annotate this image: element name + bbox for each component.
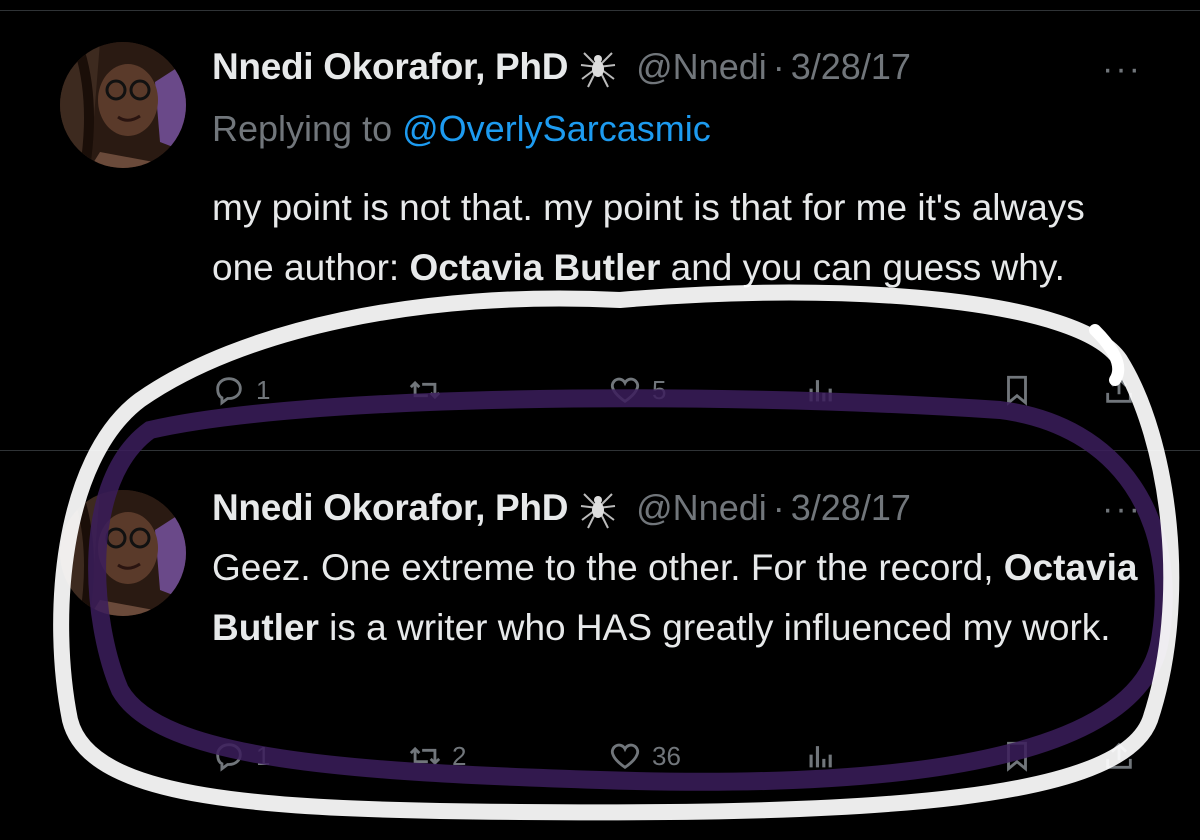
views-icon — [809, 746, 832, 768]
bookmark-icon — [1007, 375, 1027, 406]
tweet-text-bold: Octavia Butler — [409, 247, 661, 288]
spider-icon — [576, 45, 620, 89]
like-count: 5 — [652, 374, 667, 405]
spider-icon — [576, 486, 620, 530]
tweet-actions: 1 2 36 — [212, 736, 1142, 776]
reply-icon — [216, 377, 242, 406]
tweet-2[interactable]: Nnedi Okorafor, PhD @Nnedi · 3/28/17 ···… — [0, 450, 1200, 840]
like-button[interactable]: 5 — [608, 370, 666, 410]
heart-icon — [610, 743, 640, 770]
separator-dot: · — [772, 46, 785, 87]
replying-mention-link[interactable]: @OverlySarcasmic — [402, 108, 711, 149]
avatar[interactable] — [60, 42, 186, 168]
retweet-count: 2 — [452, 740, 467, 771]
tweet-text-part: Geez. One extreme to the other. For the … — [212, 547, 1004, 588]
like-count: 36 — [652, 740, 681, 771]
retweet-icon — [409, 746, 441, 766]
share-icon — [1106, 376, 1132, 403]
replying-prefix: Replying to — [212, 108, 393, 149]
reply-icon — [216, 743, 242, 772]
more-options-button[interactable]: ··· — [1102, 50, 1142, 89]
heart-icon — [610, 377, 640, 404]
reply-button[interactable]: 1 — [212, 370, 270, 410]
tweet-1[interactable]: Nnedi Okorafor, PhD @Nnedi · 3/28/17 ···… — [0, 0, 1200, 450]
tweet-text-part: is a writer who HAS greatly influenced m… — [318, 607, 1111, 648]
author-handle[interactable]: @Nnedi — [636, 487, 767, 529]
replying-to: Replying to @OverlySarcasmic — [212, 108, 711, 150]
views-icon — [809, 380, 832, 402]
views-button[interactable] — [804, 370, 838, 410]
bookmark-button[interactable] — [1000, 370, 1034, 410]
retweet-button[interactable]: 2 — [408, 736, 466, 776]
author-name[interactable]: Nnedi Okorafor, PhD — [212, 46, 568, 88]
tweet-date[interactable]: 3/28/17 — [791, 487, 911, 529]
share-icon — [1106, 742, 1132, 769]
tweet-text-part: and you can guess why. — [660, 247, 1065, 288]
like-button[interactable]: 36 — [608, 736, 681, 776]
tweet-text: Geez. One extreme to the other. For the … — [212, 538, 1142, 658]
reply-count: 1 — [256, 374, 271, 405]
views-button[interactable] — [804, 736, 838, 776]
tweet-date[interactable]: 3/28/17 — [791, 46, 911, 88]
tweet-header: Nnedi Okorafor, PhD @Nnedi · 3/28/17 — [212, 42, 911, 92]
tweet-header: Nnedi Okorafor, PhD @Nnedi · 3/28/17 — [212, 483, 911, 533]
retweet-button[interactable] — [408, 370, 452, 410]
bookmark-icon — [1007, 741, 1027, 772]
author-handle[interactable]: @Nnedi — [636, 46, 767, 88]
separator-dot: · — [772, 487, 785, 528]
bookmark-button[interactable] — [1000, 736, 1034, 776]
reply-count: 1 — [256, 740, 271, 771]
more-options-button[interactable]: ··· — [1102, 490, 1142, 529]
retweet-icon — [409, 380, 441, 400]
share-button[interactable] — [1102, 736, 1136, 776]
avatar[interactable] — [60, 490, 186, 616]
author-name[interactable]: Nnedi Okorafor, PhD — [212, 487, 568, 529]
share-button[interactable] — [1102, 370, 1136, 410]
tweet-text: my point is not that. my point is that f… — [212, 178, 1142, 298]
tweet-actions: 1 5 — [212, 370, 1142, 410]
reply-button[interactable]: 1 — [212, 736, 270, 776]
